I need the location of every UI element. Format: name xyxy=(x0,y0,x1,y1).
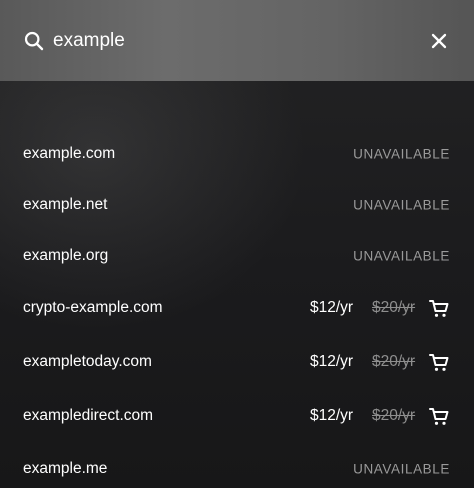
search-icon xyxy=(24,31,44,51)
status-label: UNAVAILABLE xyxy=(353,248,450,263)
results-list: example.com UNAVAILABLE example.net UNAV… xyxy=(0,128,474,488)
old-price: $20/yr xyxy=(372,353,416,370)
list-item: example.me UNAVAILABLE xyxy=(0,443,474,488)
domain-name: exampledirect.com xyxy=(23,407,154,424)
list-item[interactable]: exampletoday.com $12/yr $20/yr xyxy=(0,335,474,389)
status-label: UNAVAILABLE xyxy=(353,197,450,212)
list-item[interactable]: crypto-example.com $12/yr $20/yr xyxy=(0,281,474,335)
domain-name: example.me xyxy=(23,459,108,477)
domain-search-panel: example example.com UNAVAILABLE example.… xyxy=(0,0,474,488)
price: $12/yr xyxy=(310,353,354,370)
old-price: $20/yr xyxy=(372,299,416,316)
status-label: UNAVAILABLE xyxy=(353,461,450,476)
domain-name: exampletoday.com xyxy=(23,353,152,370)
price: $12/yr xyxy=(310,299,354,316)
old-price: $20/yr xyxy=(372,407,416,424)
domain-name: example.org xyxy=(23,246,109,264)
search-bar[interactable]: example xyxy=(0,0,474,81)
list-item: example.com UNAVAILABLE xyxy=(0,128,474,179)
search-input[interactable]: example xyxy=(53,29,125,53)
status-label: UNAVAILABLE xyxy=(353,146,450,161)
domain-name: crypto-example.com xyxy=(23,299,163,316)
list-item: example.org UNAVAILABLE xyxy=(0,230,474,281)
price: $12/yr xyxy=(310,407,354,424)
cart-icon[interactable] xyxy=(428,297,450,319)
domain-name: example.net xyxy=(23,195,108,213)
cart-icon[interactable] xyxy=(428,351,450,373)
list-item: example.net UNAVAILABLE xyxy=(0,179,474,230)
list-item[interactable]: exampledirect.com $12/yr $20/yr xyxy=(0,389,474,443)
close-icon[interactable] xyxy=(429,31,449,51)
domain-name: example.com xyxy=(23,144,116,162)
cart-icon[interactable] xyxy=(428,405,450,427)
